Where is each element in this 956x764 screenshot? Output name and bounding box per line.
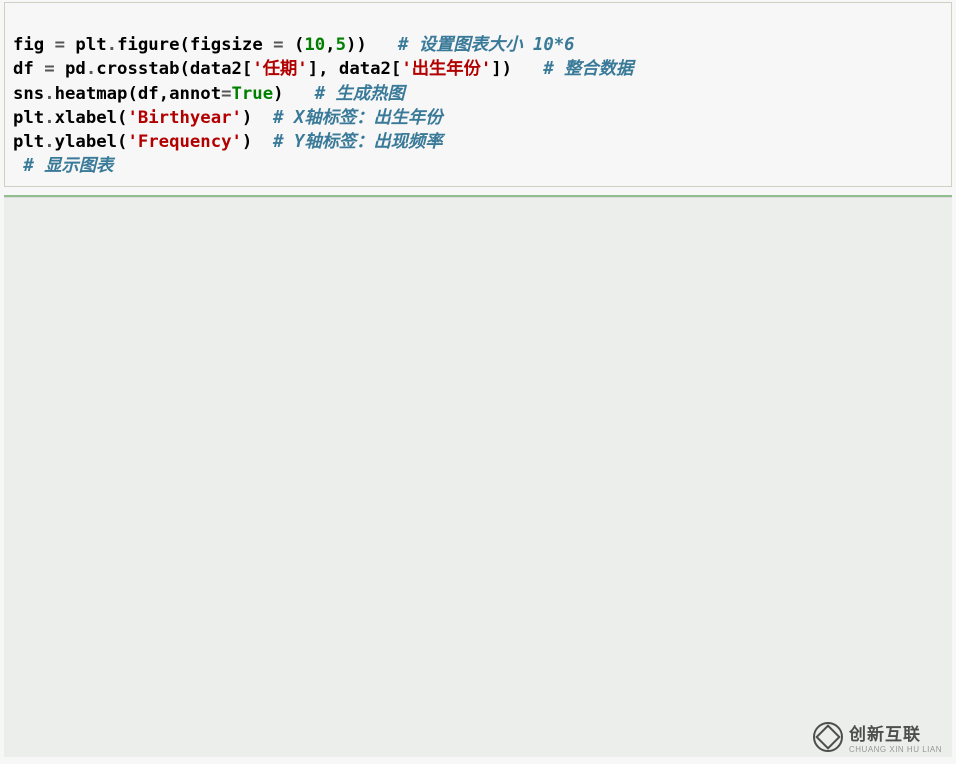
watermark-logo-icon xyxy=(813,722,843,752)
code-line-6: # 显示图表 xyxy=(13,156,113,176)
cell-separator xyxy=(4,195,952,197)
code-line-5: plt.ylabel('Frequency') # Y轴标签：出现频率 xyxy=(13,132,443,152)
watermark-en: CHUANG XIN HU LIAN xyxy=(849,745,942,754)
watermark-text: 创新互联 CHUANG XIN HU LIAN xyxy=(849,720,942,754)
code-cell: fig = plt.figure(figsize = (10,5)) # 设置图… xyxy=(4,2,952,187)
watermark-cn: 创新互联 xyxy=(849,725,921,744)
output-area xyxy=(4,197,952,757)
code-line-3: sns.heatmap(df,annot=True) # 生成热图 xyxy=(13,84,405,104)
code-line-4: plt.xlabel('Birthyear') # X轴标签：出生年份 xyxy=(13,108,443,128)
code-line-1: fig = plt.figure(figsize = (10,5)) # 设置图… xyxy=(13,35,575,55)
watermark: 创新互联 CHUANG XIN HU LIAN xyxy=(813,720,942,754)
code-line-2: df = pd.crosstab(data2['任期'], data2['出生年… xyxy=(13,59,633,79)
